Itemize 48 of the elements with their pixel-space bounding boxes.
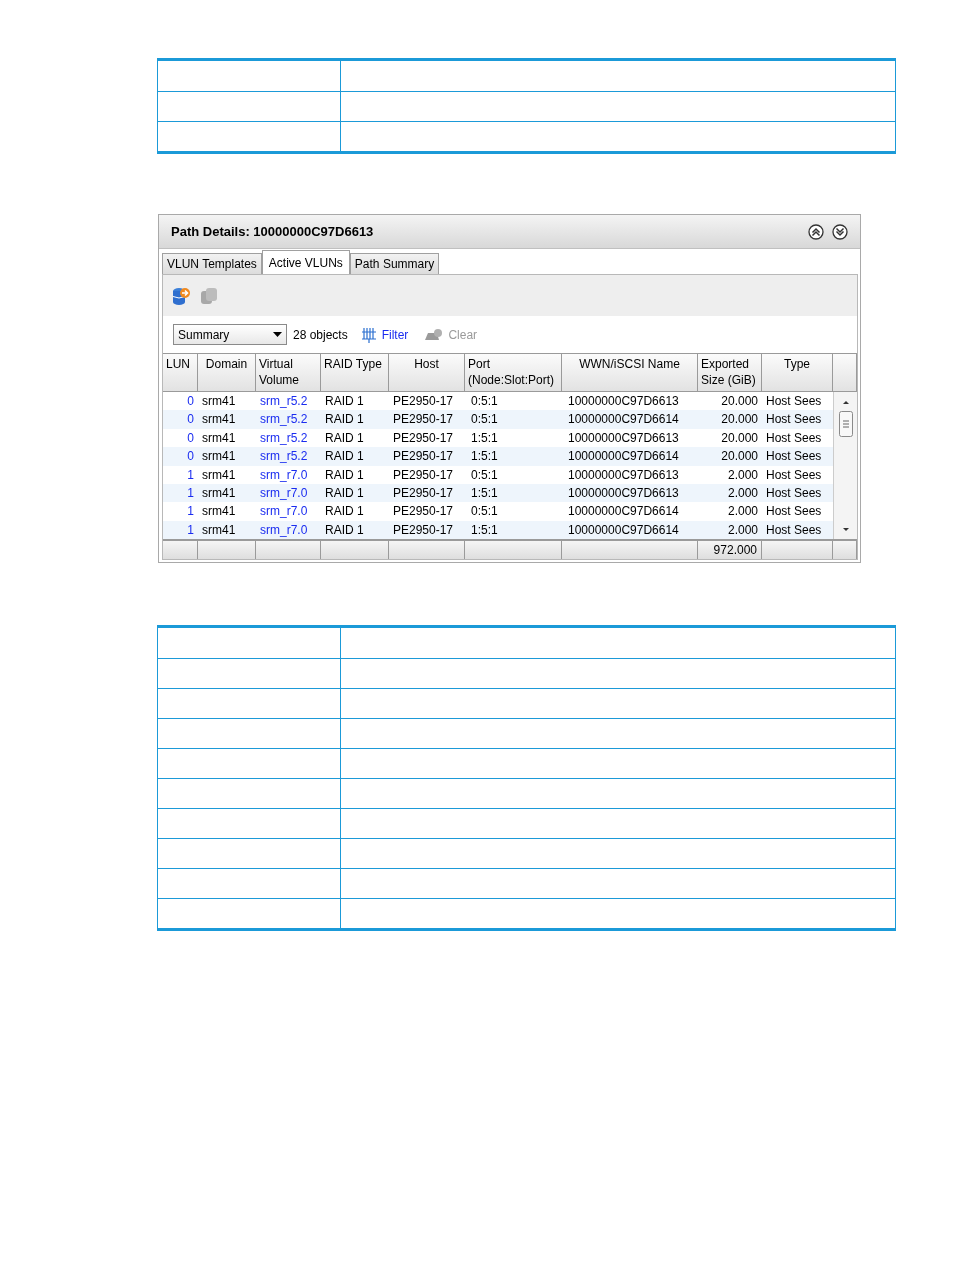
footer-cell — [321, 539, 389, 560]
footer-cell — [198, 539, 256, 560]
object-count: 28 objects — [293, 326, 348, 344]
scrollbar[interactable] — [833, 392, 857, 540]
column-header[interactable]: Domain — [198, 354, 256, 392]
caret-icon — [273, 331, 282, 338]
view-dropdown[interactable]: Summary — [173, 324, 287, 345]
table-cell: RAID 1 — [321, 447, 389, 466]
volume-link[interactable]: srm_r5.2 — [256, 447, 321, 466]
expand-icon[interactable] — [832, 223, 848, 240]
table-cell: 0:5:1 — [465, 410, 562, 429]
filter-link[interactable]: Filter — [359, 325, 409, 344]
tab[interactable]: VLUN Templates — [162, 253, 262, 274]
footer-cell — [256, 539, 321, 560]
table-cell: 10000000C97D6614 — [562, 410, 698, 429]
collapse-icon[interactable] — [808, 223, 824, 240]
table-cell: 10000000C97D6614 — [562, 447, 698, 466]
volume-link[interactable]: srm_r5.2 — [256, 410, 321, 429]
footer-cell — [762, 539, 833, 560]
table-cell: 0 — [163, 410, 198, 429]
table-cell: 20.000 — [698, 447, 762, 466]
table-cell: PE2950-17 — [389, 447, 465, 466]
table-cell: 0 — [163, 447, 198, 466]
tab[interactable]: Active VLUNs — [261, 250, 350, 274]
table-cell: srm41 — [198, 447, 256, 466]
footer-cell — [163, 539, 198, 560]
filter-icon[interactable] — [359, 325, 378, 344]
column-header[interactable]: RAID Type — [321, 354, 389, 392]
table-cell: 1:5:1 — [465, 447, 562, 466]
panel-title: Path Details: 10000000C97D6613 — [171, 222, 374, 241]
scroll-thumb-icon[interactable] — [838, 411, 853, 437]
table-cell: 20.000 — [698, 410, 762, 429]
table-cell: srm41 — [198, 410, 256, 429]
column-header[interactable]: LUN — [163, 354, 198, 392]
footer-total: 972.000 — [698, 539, 762, 560]
column-header[interactable]: Host — [389, 354, 465, 392]
column-header[interactable]: Exported Size (GiB) — [698, 354, 762, 392]
table-cell: Host Sees — [762, 410, 833, 429]
column-header[interactable]: Virtual Volume — [256, 354, 321, 392]
table-cell: RAID 1 — [321, 410, 389, 429]
column-header[interactable]: Port (Node:Slot:Port) — [465, 354, 562, 392]
tab[interactable]: Path Summary — [349, 253, 440, 274]
column-header[interactable]: Type — [762, 354, 833, 392]
table-cell: PE2950-17 — [389, 410, 465, 429]
column-header[interactable]: WWN/iSCSI Name — [562, 354, 698, 392]
database-export-icon[interactable] — [171, 285, 191, 306]
table-cell: Host Sees — [762, 447, 833, 466]
footer-cell — [833, 539, 857, 560]
